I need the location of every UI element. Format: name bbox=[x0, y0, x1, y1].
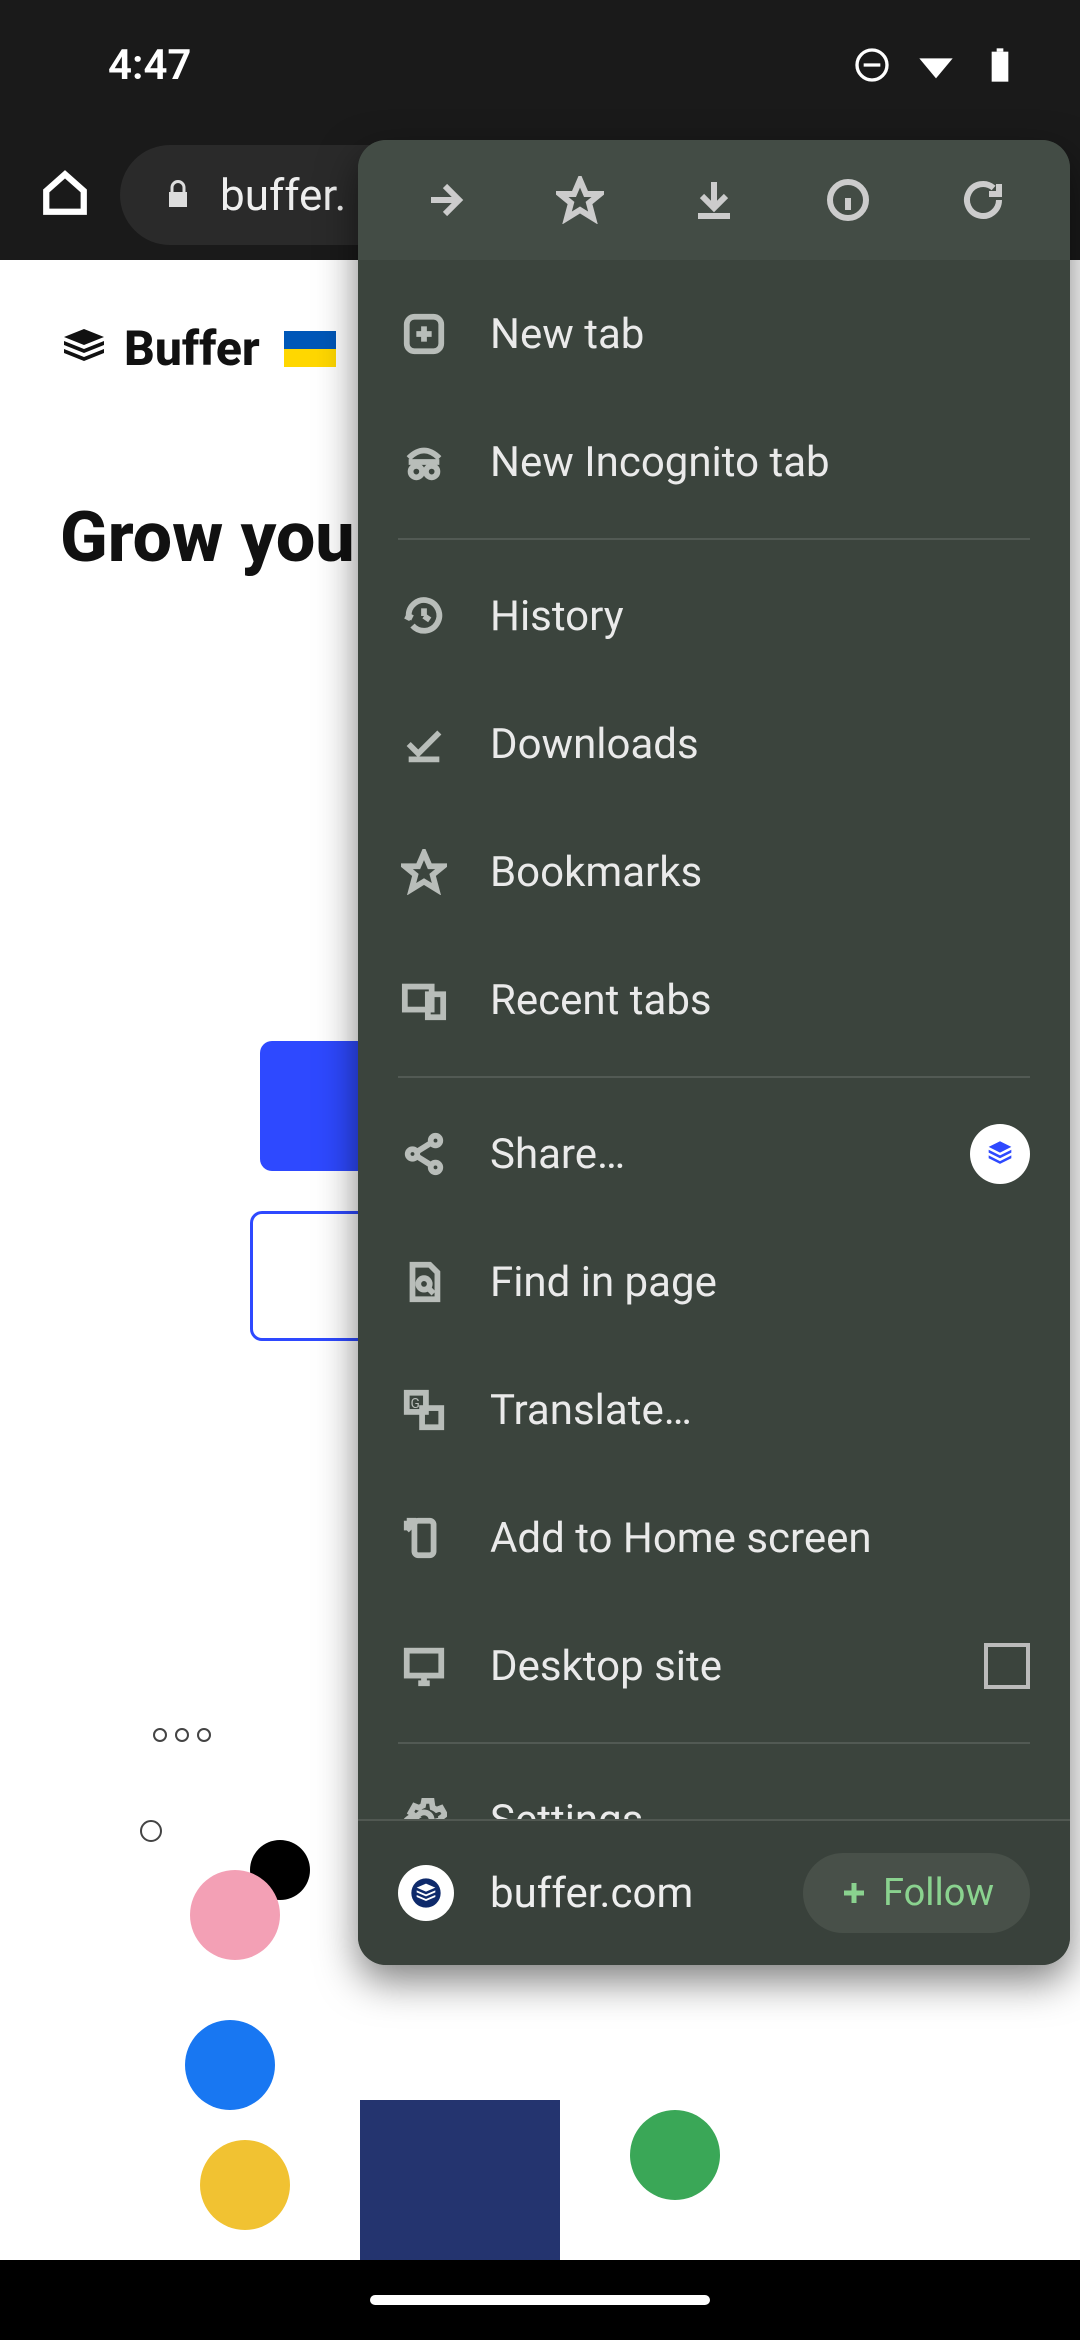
battery-icon bbox=[980, 45, 1020, 85]
svg-text:G: G bbox=[411, 1397, 420, 1412]
translate-icon: G bbox=[398, 1384, 450, 1436]
brand-name: Buffer bbox=[124, 320, 260, 377]
forward-button[interactable] bbox=[380, 150, 510, 250]
menu-top-actions bbox=[358, 140, 1070, 260]
menu-item-label: New tab bbox=[490, 310, 1030, 359]
desktop-site-checkbox[interactable] bbox=[984, 1643, 1030, 1689]
google-icon bbox=[200, 2140, 290, 2230]
lock-icon bbox=[160, 177, 196, 213]
menu-item-label: Share… bbox=[490, 1130, 930, 1179]
menu-divider bbox=[398, 1742, 1030, 1744]
menu-items-list[interactable]: New tab New Incognito tab History Downlo… bbox=[358, 260, 1070, 1819]
menu-item-label: Translate… bbox=[490, 1386, 1030, 1435]
gesture-handle[interactable] bbox=[370, 2295, 710, 2305]
menu-item-label: Desktop site bbox=[490, 1642, 944, 1691]
menu-item-label: Recent tabs bbox=[490, 976, 1030, 1025]
desktop-icon bbox=[398, 1640, 450, 1692]
devices-icon bbox=[398, 974, 450, 1026]
follow-button[interactable]: Follow bbox=[803, 1853, 1030, 1933]
menu-item-label: Downloads bbox=[490, 720, 1030, 769]
menu-item-settings[interactable]: Settings bbox=[358, 1756, 1070, 1819]
dnd-icon bbox=[852, 45, 892, 85]
menu-item-downloads[interactable]: Downloads bbox=[358, 680, 1070, 808]
menu-item-label: Settings bbox=[490, 1796, 1030, 1820]
menu-item-history[interactable]: History bbox=[358, 552, 1070, 680]
menu-divider bbox=[398, 538, 1030, 540]
follow-label: Follow bbox=[883, 1871, 994, 1915]
download-done-icon bbox=[398, 718, 450, 770]
download-button[interactable] bbox=[649, 150, 779, 250]
menu-item-incognito[interactable]: New Incognito tab bbox=[358, 398, 1070, 526]
facebook-icon bbox=[185, 2020, 275, 2110]
menu-item-bookmarks[interactable]: Bookmarks bbox=[358, 808, 1070, 936]
menu-item-desktop-site[interactable]: Desktop site bbox=[358, 1602, 1070, 1730]
star-icon bbox=[398, 846, 450, 898]
menu-item-find-in-page[interactable]: Find in page bbox=[358, 1218, 1070, 1346]
heart-icon bbox=[140, 1820, 162, 1842]
menu-item-label: Bookmarks bbox=[490, 848, 1030, 897]
site-domain: buffer.com bbox=[490, 1869, 767, 1918]
system-nav-bar bbox=[0, 2260, 1080, 2340]
share-icon bbox=[398, 1128, 450, 1180]
status-time: 4:47 bbox=[108, 41, 191, 90]
dots-icon bbox=[150, 1720, 230, 1750]
menu-footer: buffer.com Follow bbox=[358, 1819, 1070, 1965]
menu-item-label: Add to Home screen bbox=[490, 1514, 1030, 1563]
page-info-button[interactable] bbox=[783, 150, 913, 250]
menu-divider bbox=[398, 1076, 1030, 1078]
menu-item-label: New Incognito tab bbox=[490, 438, 1030, 487]
ukraine-flag-icon bbox=[284, 331, 336, 367]
menu-item-new-tab[interactable]: New tab bbox=[358, 270, 1070, 398]
bookmark-star-button[interactable] bbox=[515, 150, 645, 250]
instagram-icon bbox=[190, 1870, 280, 1960]
site-favicon bbox=[398, 1865, 454, 1921]
menu-item-share[interactable]: Share… bbox=[358, 1090, 1070, 1218]
buffer-logo[interactable]: Buffer bbox=[60, 320, 260, 377]
home-button[interactable] bbox=[40, 168, 90, 222]
buffer-share-badge bbox=[970, 1124, 1030, 1184]
menu-item-recent-tabs[interactable]: Recent tabs bbox=[358, 936, 1070, 1064]
new-tab-icon bbox=[398, 308, 450, 360]
menu-item-translate[interactable]: G Translate… bbox=[358, 1346, 1070, 1474]
money-icon bbox=[630, 2110, 720, 2200]
incognito-icon bbox=[398, 436, 450, 488]
url-text: buffer. bbox=[220, 169, 346, 221]
find-in-page-icon bbox=[398, 1256, 450, 1308]
history-icon bbox=[398, 590, 450, 642]
status-bar: 4:47 bbox=[0, 0, 1080, 130]
add-to-home-icon bbox=[398, 1512, 450, 1564]
menu-item-add-to-home[interactable]: Add to Home screen bbox=[358, 1474, 1070, 1602]
menu-item-label: Find in page bbox=[490, 1258, 1030, 1307]
status-icons bbox=[852, 45, 1020, 85]
menu-item-label: History bbox=[490, 592, 1030, 641]
browser-overflow-menu: New tab New Incognito tab History Downlo… bbox=[358, 140, 1070, 1965]
reload-button[interactable] bbox=[918, 150, 1048, 250]
wifi-icon bbox=[916, 45, 956, 85]
gear-icon bbox=[398, 1794, 450, 1819]
plus-icon bbox=[839, 1878, 869, 1908]
